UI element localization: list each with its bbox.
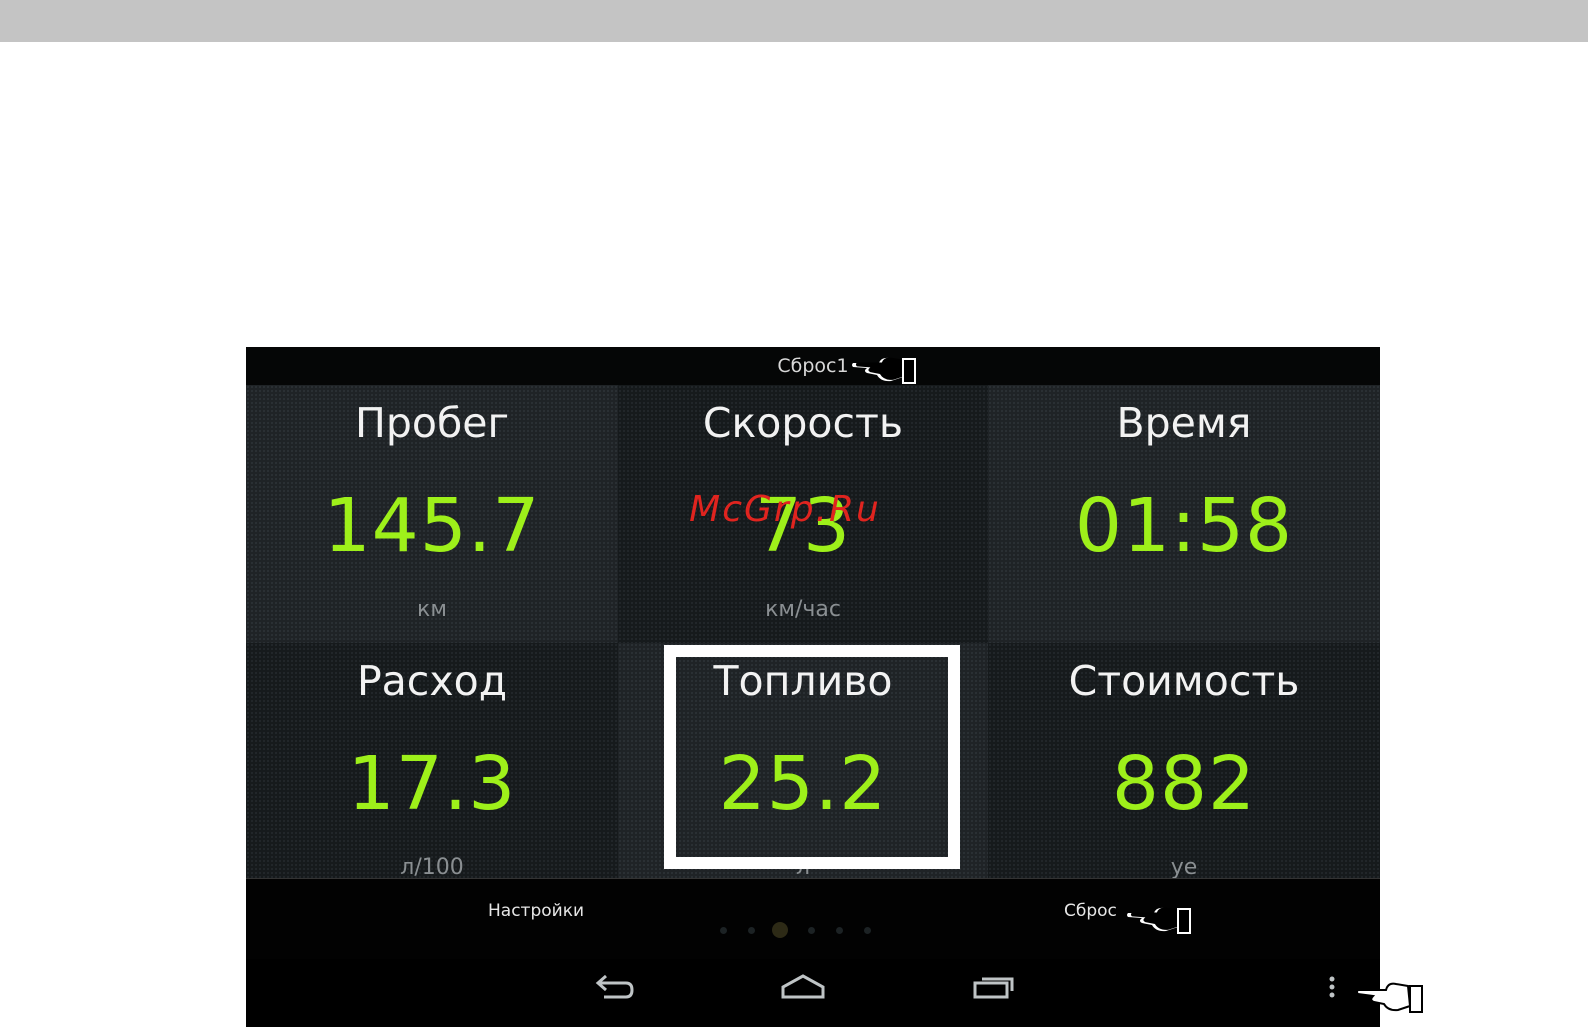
- tile-value: 01:58: [1074, 483, 1294, 569]
- page-dot: [808, 927, 815, 934]
- tile-unit: уе: [1170, 855, 1198, 880]
- reset-menu-item[interactable]: Сброс: [1064, 901, 1117, 921]
- pointing-hand-icon: [852, 357, 916, 384]
- recent-apps-icon[interactable]: [972, 973, 1016, 1003]
- tile-value: 882: [1111, 741, 1257, 827]
- tile-title: Расход: [356, 657, 508, 705]
- highlight-frame: [664, 645, 960, 869]
- page-dot: [748, 927, 755, 934]
- home-icon[interactable]: [780, 973, 826, 1003]
- page-dot: [720, 927, 727, 934]
- tile-cost[interactable]: Стоимость 882 уе: [988, 643, 1380, 911]
- tile-distance[interactable]: Пробег 145.7 км: [246, 385, 618, 653]
- tile-value: 145.7: [323, 483, 541, 569]
- overflow-menu-icon[interactable]: [1326, 973, 1338, 1003]
- page-dot-active: [772, 922, 788, 938]
- tile-title: Пробег: [355, 399, 509, 447]
- settings-menu-item[interactable]: Настройки: [488, 901, 584, 921]
- reset1-text[interactable]: Сброс1: [777, 355, 848, 377]
- header-bar: [0, 0, 1588, 42]
- page-dot: [864, 927, 871, 934]
- tile-title: Время: [1116, 399, 1252, 447]
- tile-time[interactable]: Время 01:58: [988, 385, 1380, 653]
- system-nav-bar: [246, 959, 1380, 1027]
- pointing-hand-icon: [1127, 907, 1191, 934]
- pointing-hand-icon: [1356, 982, 1423, 1013]
- page-dot: [836, 927, 843, 934]
- tile-title: Скорость: [702, 399, 904, 447]
- watermark-text: McGrp.Ru: [689, 489, 881, 530]
- tile-title: Стоимость: [1068, 657, 1300, 705]
- tile-unit: км/час: [765, 597, 841, 622]
- tile-consumption[interactable]: Расход 17.3 л/100: [246, 643, 618, 911]
- tablet-screen: Сброс1 Пробег 145.7 км Скорость 73 км/ча…: [246, 347, 1380, 1027]
- tile-value: 17.3: [347, 741, 517, 827]
- options-menu-bar: Настройки Сброс: [246, 878, 1380, 959]
- tile-unit: л/100: [400, 855, 464, 880]
- reset1-label[interactable]: Сброс1: [246, 347, 1380, 385]
- tile-unit: км: [417, 597, 447, 622]
- back-icon[interactable]: [592, 973, 634, 1003]
